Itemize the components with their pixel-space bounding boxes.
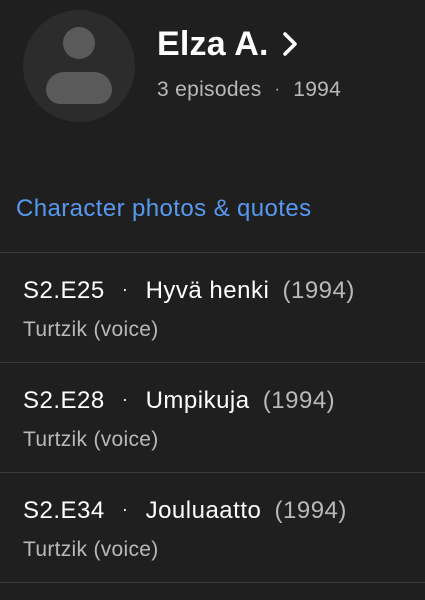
episode-code: S2.E25 [23, 277, 105, 304]
episode-title: Hyvä henki [145, 277, 270, 304]
episode-year: (1994) [282, 277, 355, 304]
episode-list: S2.E25 · Hyvä henki (1994) Turtzik (voic… [0, 252, 425, 583]
person-header: Elza A. 3 episodes · 1994 [0, 0, 425, 150]
meta-separator: · [274, 81, 281, 98]
avatar-placeholder-icon[interactable] [23, 10, 135, 122]
episode-code: S2.E34 [23, 497, 105, 524]
person-year: 1994 [293, 78, 342, 101]
episode-title: Jouluaatto [145, 497, 262, 524]
character-photos-link[interactable]: Character photos & quotes [16, 195, 312, 223]
episode-role: Turtzik (voice) [23, 538, 159, 561]
person-name: Elza A. [157, 24, 269, 63]
episode-code: S2.E28 [23, 387, 105, 414]
episode-separator: · [121, 499, 129, 519]
episode-year: (1994) [274, 497, 347, 524]
episode-role: Turtzik (voice) [23, 428, 159, 451]
episode-separator: · [121, 389, 129, 409]
episode-count: 3 episodes [157, 78, 262, 101]
chevron-right-icon [282, 32, 297, 56]
episode-title: Umpikuja [145, 387, 250, 414]
episode-item[interactable]: S2.E28 · Umpikuja (1994) Turtzik (voice) [0, 362, 425, 472]
person-name-link[interactable]: Elza A. [157, 22, 297, 66]
avatar-head-shape [63, 27, 95, 59]
episode-separator: · [121, 279, 129, 299]
episode-title-row: S2.E34 · Jouluaatto (1994) [23, 497, 347, 525]
episode-item[interactable]: S2.E34 · Jouluaatto (1994) Turtzik (voic… [0, 472, 425, 583]
episode-year: (1994) [262, 387, 336, 414]
episode-item[interactable]: S2.E25 · Hyvä henki (1994) Turtzik (voic… [0, 252, 425, 362]
person-meta: 3 episodes · 1994 [157, 78, 341, 102]
episode-title-row: S2.E28 · Umpikuja (1994) [23, 387, 335, 415]
episode-title-row: S2.E25 · Hyvä henki (1994) [23, 277, 355, 305]
avatar-body-shape [46, 72, 112, 104]
episode-role: Turtzik (voice) [23, 318, 159, 341]
